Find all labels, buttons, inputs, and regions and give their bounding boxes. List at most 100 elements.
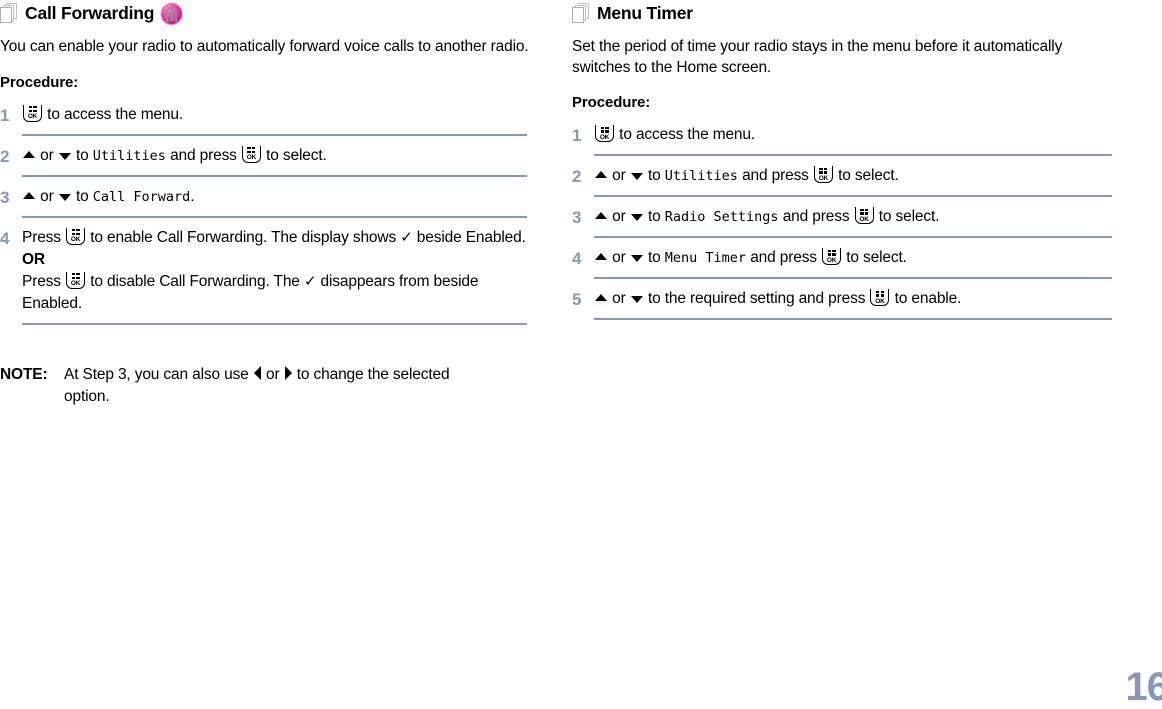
step-number: 5: [572, 288, 594, 311]
step-spacer: [572, 197, 1112, 206]
step-text: Press: [22, 229, 65, 246]
ok-key-label: OK: [67, 280, 84, 287]
step-content: or to the required setting and press OK …: [594, 288, 1112, 320]
step-spacer: [572, 279, 1112, 288]
step-text: to: [72, 147, 93, 164]
step-spacer: [0, 325, 530, 334]
menu-item-name: Menu Timer: [665, 250, 746, 266]
step-text: to select.: [875, 208, 940, 225]
note-text-before: At Step 3, you can also use: [64, 366, 253, 383]
page-number: 16: [1126, 667, 1162, 707]
arrow-up-icon: [23, 192, 35, 199]
page-title: Call Forwarding: [25, 3, 154, 23]
ok-key-label: OK: [67, 236, 84, 243]
note-block: NOTE: At Step 3, you can also use or to …: [0, 364, 530, 408]
checkmark-icon: ✓: [400, 229, 412, 246]
step-text: to: [72, 188, 93, 205]
step-content: or to Utilities and press OK to select.: [594, 165, 1112, 197]
note-text: At Step 3, you can also use or to change…: [64, 364, 484, 408]
step-text: to select.: [834, 167, 899, 184]
right-procedure-label: Procedure:: [572, 94, 1112, 111]
ok-key-icon: OK: [23, 105, 42, 122]
arrow-up-icon: [595, 294, 607, 301]
note-text-middle: or: [262, 366, 284, 383]
step-content: OK to access the menu.: [594, 124, 1112, 156]
step-spacer: [0, 177, 530, 186]
step-number: 1: [572, 124, 594, 147]
step-text: to enable.: [890, 290, 961, 307]
arrow-right-icon: [285, 366, 292, 380]
step-number: 1: [0, 104, 22, 127]
step-spacer: [572, 320, 1112, 329]
step-text: to enable Call Forwarding. The display s…: [86, 229, 400, 246]
right-column: Menu Timer Set the period of time your r…: [572, 0, 1112, 329]
procedure-step: 3 or to Call Forward.: [0, 186, 530, 218]
pink-circle-arch-icon: [161, 3, 182, 24]
arrow-up-icon: [23, 151, 35, 158]
step-text: or: [608, 208, 630, 225]
right-steps-list: 1OK to access the menu.2 or to Utilities…: [572, 124, 1112, 329]
ok-key-label: OK: [871, 298, 888, 305]
step-spacer: [572, 156, 1112, 165]
left-steps-list: 1OK to access the menu.2 or to Utilities…: [0, 104, 530, 334]
step-number: 4: [0, 227, 22, 250]
arrow-down-icon: [631, 255, 643, 262]
step-text: to disable Call Forwarding. The: [86, 273, 304, 290]
step-text: and press: [738, 167, 813, 184]
step-text: to: [644, 167, 665, 184]
arrow-up-icon: [595, 212, 607, 219]
arrow-left-icon: [254, 366, 261, 380]
step-text: to the required setting and press: [644, 290, 870, 307]
step-text: to: [644, 208, 665, 225]
step-number: 3: [572, 206, 594, 229]
stacked-pages-icon: [0, 3, 18, 23]
step-text: Press: [22, 273, 65, 290]
step-content: or to Menu Timer and press OK to select.: [594, 247, 1112, 279]
right-intro-text: Set the period of time your radio stays …: [572, 37, 1112, 78]
step-spacer: [572, 238, 1112, 247]
step-number: 2: [572, 165, 594, 188]
step-text: or: [608, 167, 630, 184]
step-text: to select.: [842, 249, 907, 266]
arrow-down-icon: [59, 194, 71, 201]
arrow-up-icon: [595, 171, 607, 178]
procedure-step: 5 or to the required setting and press O…: [572, 288, 1112, 320]
right-section-heading: Menu Timer: [572, 0, 1112, 26]
ok-key-label: OK: [823, 257, 840, 264]
step-text: beside Enabled.: [413, 229, 526, 246]
step-text: or: [608, 249, 630, 266]
ok-key-icon: OK: [855, 207, 874, 224]
step-text: .: [190, 188, 194, 205]
manual-page: Call Forwarding You can enable your radi…: [0, 0, 1162, 695]
or-separator: OR: [22, 251, 45, 268]
ok-key-icon: OK: [870, 289, 889, 306]
ok-key-label: OK: [856, 216, 873, 223]
note-label: NOTE:: [0, 364, 64, 386]
procedure-step: 2 or to Utilities and press OK to select…: [0, 145, 530, 177]
left-section-heading: Call Forwarding: [0, 0, 530, 26]
step-content: or to Utilities and press OK to select.: [22, 145, 527, 177]
step-text: to select.: [262, 147, 327, 164]
step-text: or: [36, 188, 58, 205]
step-text: to: [644, 249, 665, 266]
menu-item-name: Call Forward: [93, 189, 191, 205]
left-column: Call Forwarding You can enable your radi…: [0, 0, 530, 408]
procedure-step: 1OK to access the menu.: [0, 104, 530, 136]
step-text: and press: [746, 249, 821, 266]
step-spacer: [0, 218, 530, 227]
ok-key-icon: OK: [66, 272, 85, 289]
ok-key-icon: OK: [242, 146, 261, 163]
procedure-step: 4 or to Menu Timer and press OK to selec…: [572, 247, 1112, 279]
ok-key-label: OK: [596, 134, 613, 141]
step-text: to access the menu.: [615, 126, 755, 143]
procedure-step: 1OK to access the menu.: [572, 124, 1112, 156]
procedure-step: 4Press OK to enable Call Forwarding. The…: [0, 227, 530, 325]
step-text: and press: [779, 208, 854, 225]
ok-key-icon: OK: [814, 166, 833, 183]
arrow-up-icon: [595, 253, 607, 260]
step-spacer: [0, 136, 530, 145]
arrow-down-icon: [631, 296, 643, 303]
step-text: and press: [166, 147, 241, 164]
step-number: 2: [0, 145, 22, 168]
step-content: OK to access the menu.: [22, 104, 527, 136]
